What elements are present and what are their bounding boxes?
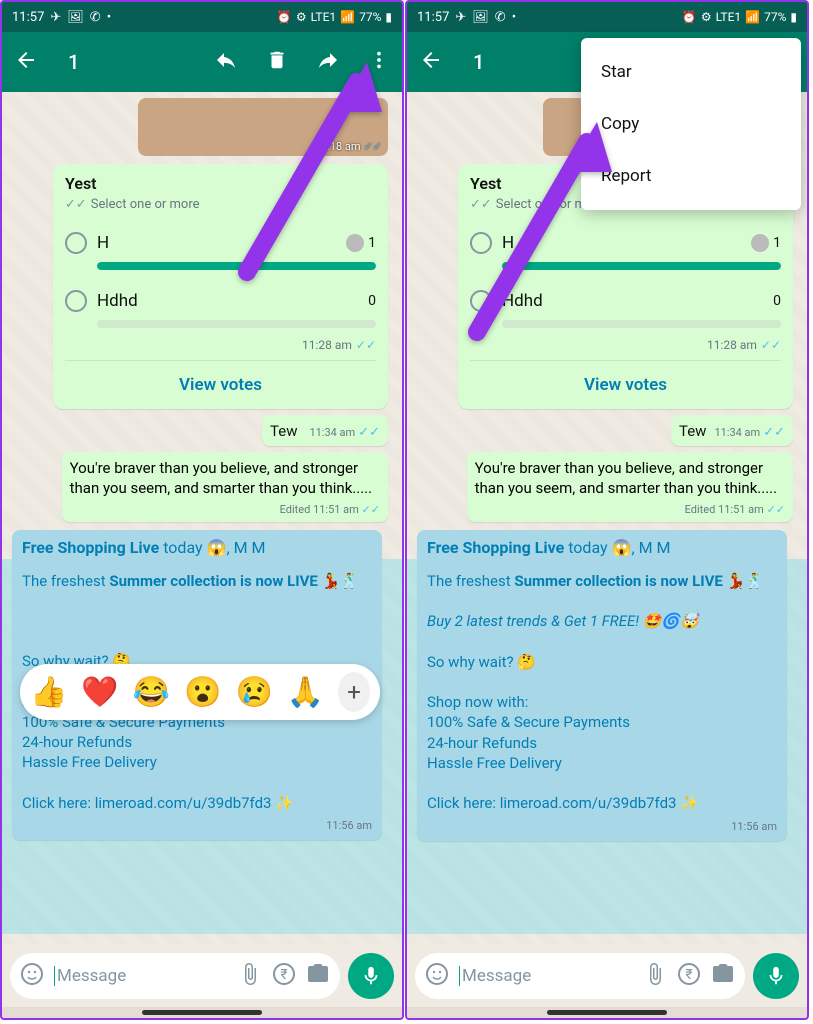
- payment-icon[interactable]: ₹: [272, 962, 296, 990]
- thumbs-up-emoji[interactable]: 👍: [30, 675, 67, 710]
- annotation-arrow: [452, 112, 622, 346]
- back-button[interactable]: [14, 48, 38, 76]
- promo-link[interactable]: limeroad.com/u/39db7fd3: [95, 794, 272, 812]
- telegram-icon: ✈: [455, 10, 466, 25]
- phone-left: 11:57 ✈ 🖼 ✆ • ⏰ ⚙ LTE1 📶 77% ▮ 1 11:18: [0, 0, 404, 1020]
- annotation-arrow: [222, 52, 392, 286]
- message-out[interactable]: You're braver than you believe, and stro…: [62, 452, 388, 522]
- sad-emoji[interactable]: 😢: [235, 675, 272, 710]
- input-placeholder: Message: [54, 966, 228, 986]
- status-time: 11:57: [12, 10, 44, 25]
- read-ticks-icon: ✓✓: [358, 425, 380, 440]
- message-out[interactable]: Tew 11:34 am✓✓: [262, 415, 388, 446]
- camera-icon[interactable]: [306, 962, 330, 990]
- status-bar: 11:57 ✈ 🖼 ✆ • ⏰ ⚙ LTE1 📶 77% ▮: [407, 2, 807, 32]
- read-ticks-icon: ✓✓: [362, 503, 380, 516]
- reaction-bar: 👍 ❤️ 😂 😮 😢 🙏 +: [20, 664, 380, 720]
- phone-right: 11:57 ✈ 🖼 ✆ • ⏰ ⚙ LTE1 📶 77% ▮ 1 11:18 a…: [405, 0, 809, 1020]
- volte-icon: LTE1: [716, 10, 742, 24]
- multi-select-icon: ✓✓: [65, 197, 87, 212]
- status-bar: 11:57 ✈ 🖼 ✆ • ⏰ ⚙ LTE1 📶 77% ▮: [2, 2, 402, 32]
- radio-icon[interactable]: [65, 290, 87, 312]
- nav-pill: [142, 1010, 262, 1015]
- input-bar: Message ₹: [2, 945, 402, 1007]
- message-out[interactable]: You're braver than you believe, and stro…: [467, 452, 793, 522]
- read-ticks-icon: ✓✓: [356, 338, 376, 352]
- payment-icon[interactable]: ₹: [677, 962, 701, 990]
- nav-pill: [547, 1010, 667, 1015]
- alarm-icon: ⏰: [277, 10, 292, 24]
- input-placeholder: Message: [459, 966, 633, 986]
- selected-count: 1: [68, 50, 79, 74]
- signal-icon: 📶: [340, 10, 355, 24]
- image-icon: 🖼: [472, 10, 489, 25]
- signal-icon: 📶: [745, 10, 760, 24]
- dot-icon: •: [107, 10, 111, 25]
- read-ticks-icon: ✓✓: [763, 425, 785, 440]
- laugh-emoji[interactable]: 😂: [133, 675, 170, 710]
- heart-emoji[interactable]: ❤️: [81, 675, 118, 710]
- message-in-selected[interactable]: Free Shopping Live today 😱, M M The fres…: [417, 530, 787, 841]
- message-input[interactable]: Message ₹: [10, 953, 340, 999]
- read-ticks-icon: ✓✓: [761, 338, 781, 352]
- battery-pct: 77%: [359, 10, 381, 24]
- poll-option[interactable]: Hdhd 0: [65, 290, 376, 328]
- mic-button[interactable]: [348, 953, 394, 999]
- image-icon: 🖼: [67, 10, 84, 25]
- volte-icon: LTE1: [311, 10, 337, 24]
- svg-text:₹: ₹: [280, 967, 287, 983]
- whatsapp-icon: ✆: [90, 10, 101, 25]
- radio-icon[interactable]: [65, 232, 87, 254]
- voter-avatar: [751, 234, 769, 252]
- telegram-icon: ✈: [50, 10, 61, 25]
- message-out[interactable]: Tew11:34 am✓✓: [671, 415, 793, 446]
- attach-icon[interactable]: [643, 962, 667, 990]
- pray-emoji[interactable]: 🙏: [287, 675, 324, 710]
- selected-count: 1: [473, 50, 484, 74]
- dot-icon: •: [512, 10, 516, 25]
- battery-pct: 77%: [764, 10, 786, 24]
- back-button[interactable]: [419, 48, 443, 76]
- svg-text:₹: ₹: [685, 967, 692, 983]
- wifi-icon: ⚙: [701, 10, 712, 24]
- battery-icon: ▮: [790, 10, 797, 24]
- more-reactions-button[interactable]: +: [338, 672, 370, 712]
- input-bar: Message ₹: [407, 945, 807, 1007]
- battery-icon: ▮: [385, 10, 392, 24]
- view-votes-button[interactable]: View votes: [65, 360, 376, 403]
- menu-star[interactable]: Star: [581, 46, 801, 98]
- message-input[interactable]: Message ₹: [415, 953, 745, 999]
- mic-button[interactable]: [753, 953, 799, 999]
- emoji-icon[interactable]: [425, 962, 449, 990]
- attach-icon[interactable]: [238, 962, 262, 990]
- emoji-icon[interactable]: [20, 962, 44, 990]
- promo-link[interactable]: limeroad.com/u/39db7fd3: [500, 794, 677, 812]
- alarm-icon: ⏰: [682, 10, 697, 24]
- read-ticks-icon: ✓✓: [767, 503, 785, 516]
- whatsapp-icon: ✆: [495, 10, 506, 25]
- view-votes-button[interactable]: View votes: [470, 360, 781, 403]
- camera-icon[interactable]: [711, 962, 735, 990]
- status-time: 11:57: [417, 10, 449, 25]
- wow-emoji[interactable]: 😮: [184, 675, 221, 710]
- wifi-icon: ⚙: [296, 10, 307, 24]
